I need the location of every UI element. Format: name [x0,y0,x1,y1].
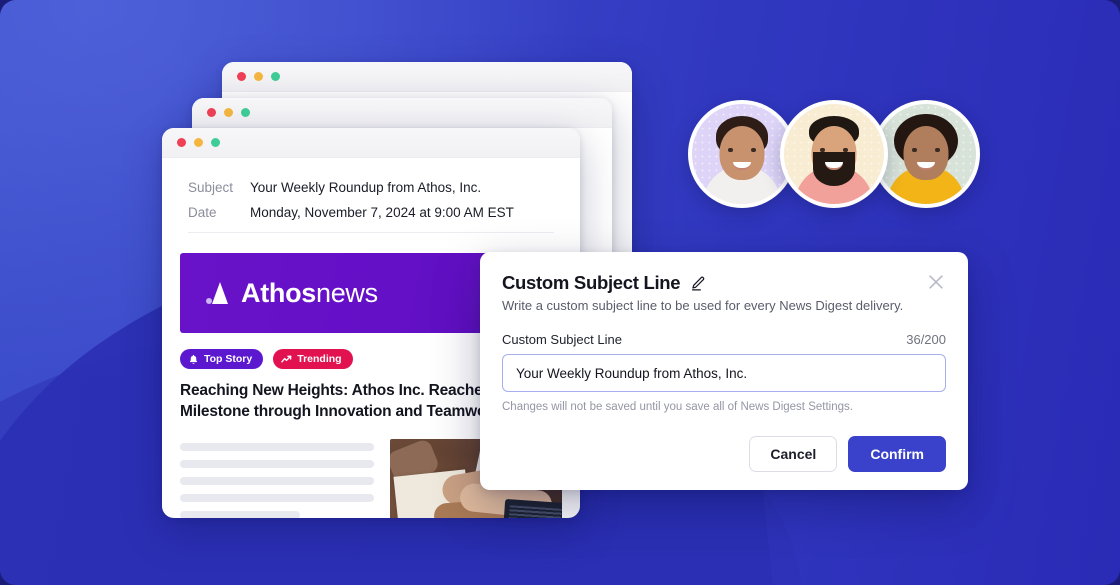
subject-label: Subject [188,180,234,195]
skeleton-line [180,442,374,451]
metadata-divider [188,232,554,233]
close-icon[interactable] [926,272,946,292]
date-value: Monday, November 7, 2024 at 9:00 AM EST [250,205,514,220]
athos-logo-icon [206,280,232,306]
confirm-button[interactable]: Confirm [848,436,946,472]
traffic-light-maximize-icon[interactable] [211,138,220,147]
cancel-button[interactable]: Cancel [749,436,838,472]
badge-top-story[interactable]: Top Story [180,349,264,369]
window-titlebar [192,98,612,128]
traffic-light-minimize-icon[interactable] [194,138,203,147]
modal-title: Custom Subject Line [502,272,706,294]
traffic-light-close-icon[interactable] [207,108,216,117]
skeleton-line [180,476,374,485]
traffic-light-maximize-icon[interactable] [241,108,250,117]
brand-name-bold: Athos [241,277,316,308]
subject-value: Your Weekly Roundup from Athos, Inc. [250,180,482,195]
avatar-group [688,100,980,208]
traffic-light-minimize-icon[interactable] [224,108,233,117]
date-label: Date [188,205,217,220]
skeleton-line [180,510,301,518]
avatar-person-3 [872,100,980,208]
metadata-row-date: Date Monday, November 7, 2024 at 9:00 AM… [188,205,554,220]
traffic-light-close-icon[interactable] [177,138,186,147]
traffic-light-maximize-icon[interactable] [271,72,280,81]
skeleton-line [180,459,374,468]
metadata-row-subject: Subject Your Weekly Roundup from Athos, … [188,180,554,195]
helper-text: Changes will not be saved until you save… [502,401,853,413]
custom-subject-line-input[interactable] [502,354,946,392]
custom-subject-line-label: Custom Subject Line [502,332,622,347]
modal-title-text: Custom Subject Line [502,272,681,293]
trending-up-icon [281,355,292,362]
custom-subject-line-modal: Custom Subject Line Write a custom subje… [480,252,968,490]
traffic-light-minimize-icon[interactable] [254,72,263,81]
badge-trending-label: Trending [297,353,342,365]
badge-trending[interactable]: Trending [273,349,353,369]
field-header: Custom Subject Line 36/200 [502,332,946,347]
skeleton-line [180,493,374,502]
modal-header: Custom Subject Line [502,272,946,294]
brand-wordmark: Athosnews [241,278,378,309]
badge-top-story-label: Top Story [204,353,253,365]
avatar-person-2 [780,100,888,208]
article-text-placeholder [180,439,374,518]
email-metadata: Subject Your Weekly Roundup from Athos, … [162,158,580,220]
screenshot-canvas: Subject Your Weekly Roundup from Athos, … [0,0,1120,585]
window-titlebar [162,128,580,158]
pencil-edit-icon[interactable] [689,275,706,292]
modal-actions: Cancel Confirm [749,436,946,472]
character-counter: 36/200 [906,332,946,347]
brand-name-light: news [316,277,378,308]
bell-icon [189,354,198,364]
window-titlebar [222,62,632,92]
modal-subtitle: Write a custom subject line to be used f… [502,298,904,313]
traffic-light-close-icon[interactable] [237,72,246,81]
